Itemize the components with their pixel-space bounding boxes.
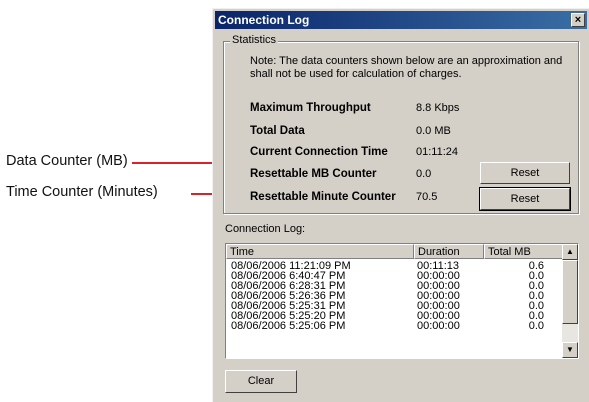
- total-data-label: Total Data: [250, 125, 305, 137]
- statistics-note: Note: The data counters shown below are …: [250, 55, 563, 80]
- callout-time-counter: Time Counter (Minutes): [6, 184, 158, 200]
- close-icon: ×: [574, 14, 582, 26]
- callout-data-counter: Data Counter (MB): [6, 153, 128, 169]
- log-duration: 00:00:00: [417, 320, 460, 332]
- clear-button[interactable]: Clear: [225, 370, 297, 393]
- connection-log-dialog: Connection Log × Statistics Note: The da…: [212, 8, 589, 402]
- close-button[interactable]: ×: [571, 13, 585, 27]
- log-total-mb: 0.0: [528, 320, 544, 332]
- connection-log-list[interactable]: Time Duration Total MB 08/06/2006 11:21:…: [225, 243, 579, 359]
- column-header-total-mb[interactable]: Total MB: [484, 244, 564, 259]
- vertical-scrollbar[interactable]: ▲ ▼: [562, 244, 578, 358]
- current-connection-time-label: Current Connection Time: [250, 146, 388, 158]
- list-header: Time Duration Total MB: [226, 244, 564, 259]
- scroll-up-button[interactable]: ▲: [562, 244, 578, 260]
- column-header-duration[interactable]: Duration: [414, 244, 484, 259]
- total-data-value: 0.0 MB: [416, 125, 451, 137]
- scroll-down-icon: ▼: [566, 345, 574, 354]
- scrollbar-thumb[interactable]: [562, 260, 578, 324]
- column-header-time[interactable]: Time: [226, 244, 414, 259]
- list-item[interactable]: 08/06/2006 5:25:06 PM 00:00:00 0.0: [226, 320, 564, 332]
- max-throughput-value: 8.8 Kbps: [416, 102, 460, 114]
- connection-log-label: Connection Log:: [225, 223, 306, 235]
- dialog-title: Connection Log: [218, 13, 310, 27]
- reset-minute-button[interactable]: Reset: [479, 187, 571, 211]
- scroll-up-icon: ▲: [566, 247, 574, 256]
- scroll-down-button[interactable]: ▼: [562, 342, 578, 358]
- current-connection-time-value: 01:11:24: [416, 146, 459, 158]
- statistics-group: Statistics Note: The data counters shown…: [223, 34, 579, 214]
- resettable-mb-counter-value: 0.0: [416, 168, 432, 180]
- log-time: 08/06/2006 5:25:06 PM: [231, 320, 346, 332]
- resettable-mb-counter-label: Resettable MB Counter: [250, 168, 377, 180]
- resettable-minute-counter-label: Resettable Minute Counter: [250, 191, 396, 203]
- max-throughput-label: Maximum Throughput: [250, 102, 371, 114]
- statistics-group-label: Statistics: [230, 34, 279, 46]
- title-bar[interactable]: Connection Log ×: [215, 11, 587, 29]
- resettable-minute-counter-value: 70.5: [416, 191, 438, 203]
- reset-mb-button[interactable]: Reset: [480, 162, 570, 184]
